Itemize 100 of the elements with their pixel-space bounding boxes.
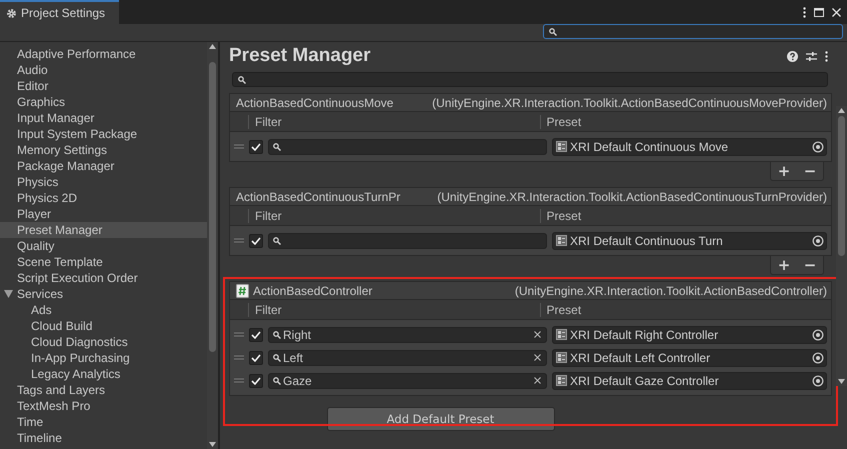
checkbox[interactable] [249, 374, 263, 388]
help-icon[interactable] [787, 50, 798, 62]
filter-field[interactable]: Left [268, 350, 547, 366]
checkbox[interactable] [249, 328, 263, 342]
scroll-up-icon[interactable] [838, 108, 845, 113]
search-field[interactable] [232, 72, 828, 87]
close-icon[interactable] [832, 8, 841, 16]
scrollbar[interactable] [836, 106, 847, 386]
column-header: Preset [540, 302, 831, 316]
checkbox[interactable] [249, 234, 263, 248]
sidebar-item[interactable]: TextMesh Pro [0, 398, 207, 414]
section-header[interactable]: ActionBasedController (UnityEngine.XR.Interaction.Toolkit.ActionBasedController) [229, 281, 832, 300]
object-picker-icon[interactable] [812, 352, 824, 364]
drag-handle-icon[interactable] [234, 144, 244, 149]
section-header[interactable]: ActionBasedContinuousMove (UnityEngine.XR.Interaction.Toolkit.ActionBasedContinuousMoveProvider) [229, 93, 832, 112]
drag-handle-icon[interactable] [234, 238, 244, 243]
clear-icon[interactable] [534, 331, 541, 338]
preset-field[interactable]: XRI Default Continuous Move [552, 138, 827, 156]
add-default-preset-button[interactable]: Add Default Preset [326, 407, 554, 431]
drag-handle-icon[interactable] [234, 378, 244, 383]
sidebar-item[interactable]: Input Manager [0, 110, 207, 126]
search-icon [273, 236, 281, 244]
sliders-icon[interactable] [806, 50, 817, 62]
sidebar-item[interactable]: Scene Template [0, 254, 207, 270]
column-header: Filter [248, 302, 540, 316]
sidebar-item[interactable]: Timeline [0, 430, 207, 446]
sidebar-item[interactable]: Physics 2D [0, 190, 207, 206]
object-picker-icon[interactable] [812, 328, 824, 340]
clear-icon[interactable] [534, 377, 541, 384]
search-icon [238, 76, 246, 84]
sidebar-item[interactable]: Ads [0, 302, 207, 318]
sidebar-item[interactable]: Adaptive Performance [0, 46, 207, 62]
sidebar-item[interactable]: Package Manager [0, 158, 207, 174]
component-type: (UnityEngine.XR.Interaction.Toolkit.ActionBasedContinuousMoveProvider) [432, 96, 827, 110]
preset-icon [556, 352, 567, 363]
component-name: ActionBasedController [253, 284, 372, 298]
checkbox[interactable] [249, 350, 263, 364]
preset-icon [556, 375, 567, 386]
add-button[interactable]: + [771, 256, 797, 274]
sidebar-item[interactable]: Cloud Build [0, 318, 207, 334]
filter-field[interactable] [268, 138, 547, 154]
sidebar-item[interactable]: Input System Package [0, 126, 207, 142]
object-picker-icon[interactable] [812, 140, 824, 152]
sidebar-item[interactable]: Services [0, 286, 207, 302]
component-name: ActionBasedContinuousTurnPr [236, 190, 400, 204]
scroll-down-icon[interactable] [838, 379, 845, 384]
search-icon [273, 354, 281, 362]
sidebar-item[interactable]: Physics [0, 174, 207, 190]
drag-handle-icon[interactable] [234, 332, 244, 337]
search-icon [549, 28, 557, 36]
sidebar-item[interactable]: Player [0, 206, 207, 222]
sidebar-item[interactable]: Quality [0, 238, 207, 254]
sidebar-item[interactable]: Audio [0, 62, 207, 78]
remove-button[interactable]: − [797, 162, 823, 180]
preset-icon [556, 329, 567, 340]
sidebar-item[interactable]: Legacy Analytics [0, 366, 207, 382]
checkbox[interactable] [249, 140, 263, 154]
object-picker-icon[interactable] [812, 374, 824, 386]
more-icon[interactable] [825, 50, 828, 62]
search-field[interactable] [543, 24, 843, 39]
expand-arrow-icon[interactable] [4, 290, 13, 298]
preset-field[interactable]: XRI Default Left Controller [552, 348, 827, 366]
column-header: Filter [248, 114, 540, 128]
column-header: Preset [540, 114, 831, 128]
clear-icon[interactable] [534, 354, 541, 361]
preset-field[interactable]: XRI Default Gaze Controller [552, 372, 827, 390]
sidebar-item[interactable]: Editor [0, 78, 207, 94]
section-header[interactable]: ActionBasedContinuousTurnPr (UnityEngine.XR.Interaction.Toolkit.ActionBasedContinuousTurnProvider) [229, 187, 832, 206]
sidebar-item[interactable]: Memory Settings [0, 142, 207, 158]
sidebar-item[interactable]: Tags and Layers [0, 382, 207, 398]
add-button[interactable]: + [771, 162, 797, 180]
preset-field[interactable]: XRI Default Continuous Turn [552, 232, 827, 250]
scroll-down-icon[interactable] [209, 442, 216, 447]
sidebar-item[interactable]: Cloud Diagnostics [0, 334, 207, 350]
object-picker-icon[interactable] [812, 234, 824, 246]
component-name: ActionBasedContinuousMove [236, 96, 394, 110]
preset-icon [556, 141, 567, 152]
window-tab[interactable]: Project Settings [0, 0, 120, 24]
gear-icon [6, 8, 17, 18]
sidebar-item[interactable]: Preset Manager [0, 222, 207, 238]
column-header: Preset [540, 208, 831, 222]
column-header: Filter [248, 208, 540, 222]
filter-field[interactable] [268, 232, 547, 248]
component-type: (UnityEngine.XR.Interaction.Toolkit.ActionBasedContinuousTurnProvider) [437, 190, 827, 204]
filter-field[interactable]: Right [268, 326, 547, 342]
drag-handle-icon[interactable] [234, 355, 244, 360]
scroll-up-icon[interactable] [209, 44, 216, 49]
remove-button[interactable]: − [797, 256, 823, 274]
scrollbar[interactable] [207, 42, 218, 449]
preset-field[interactable]: XRI Default Right Controller [552, 326, 827, 344]
maximize-icon[interactable] [814, 8, 824, 16]
sidebar-item[interactable]: Time [0, 414, 207, 430]
filter-field[interactable]: Gaze [268, 372, 547, 388]
more-icon[interactable] [803, 6, 806, 18]
preset-icon [556, 235, 567, 246]
sidebar-item[interactable]: Graphics [0, 94, 207, 110]
sidebar-item[interactable]: In-App Purchasing [0, 350, 207, 366]
sidebar-item[interactable]: Script Execution Order [0, 270, 207, 286]
page-title: Preset Manager [229, 45, 371, 67]
search-icon [273, 330, 281, 338]
